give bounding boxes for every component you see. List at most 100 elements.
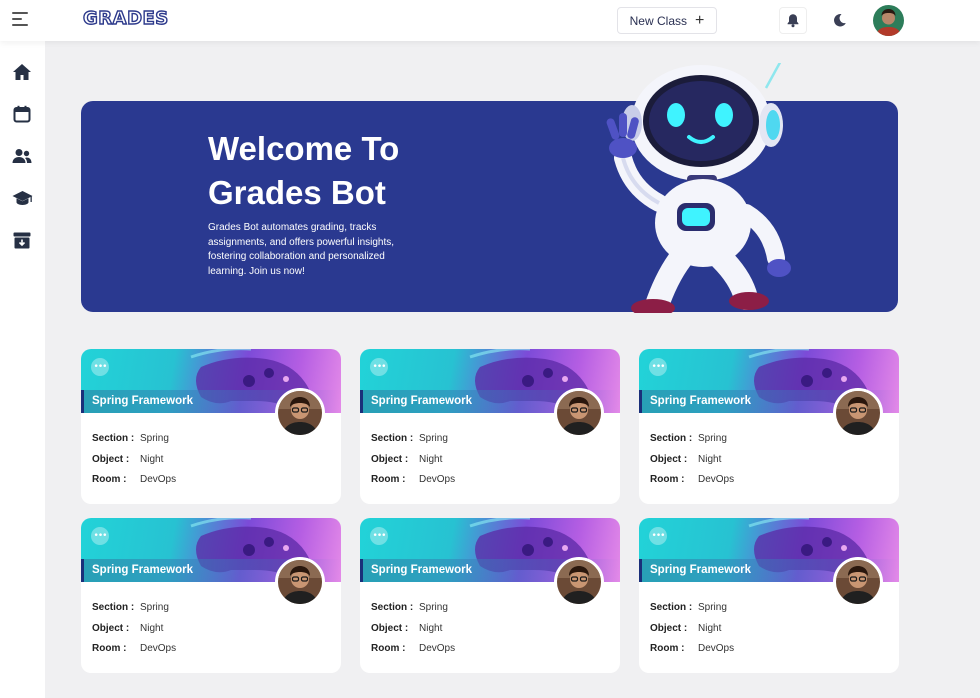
card-more-options-icon[interactable]: •••: [649, 358, 667, 376]
card-title: Spring Framework: [650, 564, 751, 576]
card-title: Spring Framework: [650, 395, 751, 407]
card-more-options-icon[interactable]: •••: [91, 358, 109, 376]
section-key: Section :: [371, 433, 414, 444]
new-class-label: New Class: [629, 13, 687, 28]
card-title: Spring Framework: [92, 564, 193, 576]
room-value: DevOps: [140, 643, 177, 654]
theme-toggle-button[interactable]: [825, 7, 853, 34]
card-room-row: Room : DevOps: [371, 643, 455, 654]
robot-illustration: [606, 63, 791, 313]
class-card[interactable]: ••• Spring Framework Section : Spring Obj…: [360, 518, 620, 673]
card-section-row: Section : Spring: [371, 433, 448, 444]
card-title: Spring Framework: [371, 395, 472, 407]
class-card[interactable]: ••• Spring Framework Section : Spring Obj…: [81, 349, 341, 504]
object-key: Object :: [371, 454, 409, 465]
user-avatar[interactable]: [873, 5, 904, 36]
object-key: Object :: [371, 623, 409, 634]
card-object-row: Object : Night: [650, 623, 721, 634]
section-value: Spring: [419, 602, 448, 613]
sidebar-item-calendar[interactable]: [11, 103, 33, 125]
section-key: Section :: [92, 433, 135, 444]
sidebar-item-home[interactable]: [11, 61, 33, 83]
section-key: Section :: [650, 433, 693, 444]
card-room-row: Room : DevOps: [371, 474, 455, 485]
hero-title-line1: Welcome To: [208, 130, 400, 167]
calendar-icon: [13, 105, 31, 123]
card-teacher-avatar[interactable]: [554, 557, 604, 607]
card-room-row: Room : DevOps: [650, 643, 734, 654]
section-value: Spring: [698, 602, 727, 613]
app-logo[interactable]: GRADES: [82, 7, 169, 29]
room-value: DevOps: [698, 643, 735, 654]
hero-title-line2: Grades Bot: [208, 174, 386, 211]
section-key: Section :: [650, 602, 693, 613]
users-icon: [12, 149, 32, 163]
class-card[interactable]: ••• Spring Framework Section : Spring Obj…: [81, 518, 341, 673]
hero-description: Grades Bot automates grading, tracks ass…: [208, 222, 395, 277]
card-teacher-avatar[interactable]: [554, 388, 604, 438]
welcome-banner: Welcome To Grades Bot Grades Bot automat…: [81, 63, 898, 313]
object-value: Night: [419, 623, 443, 634]
sidebar-item-courses[interactable]: [11, 187, 33, 209]
archive-icon: [13, 232, 31, 248]
card-teacher-avatar[interactable]: [833, 557, 883, 607]
card-section-row: Section : Spring: [92, 433, 169, 444]
class-card[interactable]: ••• Spring Framework Section : Spring Obj…: [639, 349, 899, 504]
top-bar: GRADES New Class +: [0, 0, 980, 41]
card-more-options-icon[interactable]: •••: [370, 527, 388, 545]
card-object-row: Object : Night: [92, 454, 163, 465]
object-value: Night: [140, 623, 164, 634]
card-title: Spring Framework: [371, 564, 472, 576]
section-value: Spring: [698, 433, 727, 444]
card-section-row: Section : Spring: [371, 602, 448, 613]
room-key: Room :: [650, 474, 685, 485]
sidebar-item-users[interactable]: [11, 145, 33, 167]
menu-icon[interactable]: [12, 12, 30, 28]
card-room-row: Room : DevOps: [92, 643, 176, 654]
card-section-row: Section : Spring: [92, 602, 169, 613]
card-section-row: Section : Spring: [650, 433, 727, 444]
section-key: Section :: [92, 602, 135, 613]
class-card[interactable]: ••• Spring Framework Section : Spring Obj…: [360, 349, 620, 504]
card-title: Spring Framework: [92, 395, 193, 407]
notifications-button[interactable]: [779, 7, 807, 34]
object-value: Night: [698, 623, 722, 634]
room-value: DevOps: [140, 474, 177, 485]
object-key: Object :: [92, 454, 130, 465]
card-more-options-icon[interactable]: •••: [91, 527, 109, 545]
bell-icon: [787, 14, 799, 28]
room-value: DevOps: [419, 474, 456, 485]
card-room-row: Room : DevOps: [92, 474, 176, 485]
hero-title: Welcome To Grades Bot: [208, 127, 508, 215]
card-teacher-avatar[interactable]: [275, 557, 325, 607]
home-icon: [13, 64, 31, 80]
card-more-options-icon[interactable]: •••: [370, 358, 388, 376]
card-object-row: Object : Night: [371, 623, 442, 634]
class-card[interactable]: ••• Spring Framework Section : Spring Obj…: [639, 518, 899, 673]
sidebar-item-archive[interactable]: [11, 229, 33, 251]
moon-icon: [833, 14, 846, 27]
plus-icon: +: [695, 11, 705, 29]
section-value: Spring: [419, 433, 448, 444]
object-value: Night: [140, 454, 164, 465]
object-key: Object :: [92, 623, 130, 634]
section-key: Section :: [371, 602, 414, 613]
sidebar: [0, 41, 45, 698]
section-value: Spring: [140, 433, 169, 444]
room-key: Room :: [92, 643, 127, 654]
card-section-row: Section : Spring: [650, 602, 727, 613]
card-teacher-avatar[interactable]: [833, 388, 883, 438]
room-key: Room :: [371, 643, 406, 654]
object-key: Object :: [650, 623, 688, 634]
object-value: Night: [698, 454, 722, 465]
graduation-cap-icon: [12, 191, 32, 205]
section-value: Spring: [140, 602, 169, 613]
card-teacher-avatar[interactable]: [275, 388, 325, 438]
room-value: DevOps: [419, 643, 456, 654]
object-key: Object :: [650, 454, 688, 465]
card-object-row: Object : Night: [92, 623, 163, 634]
card-more-options-icon[interactable]: •••: [649, 527, 667, 545]
card-room-row: Room : DevOps: [650, 474, 734, 485]
object-value: Night: [419, 454, 443, 465]
new-class-button[interactable]: New Class +: [617, 7, 717, 34]
